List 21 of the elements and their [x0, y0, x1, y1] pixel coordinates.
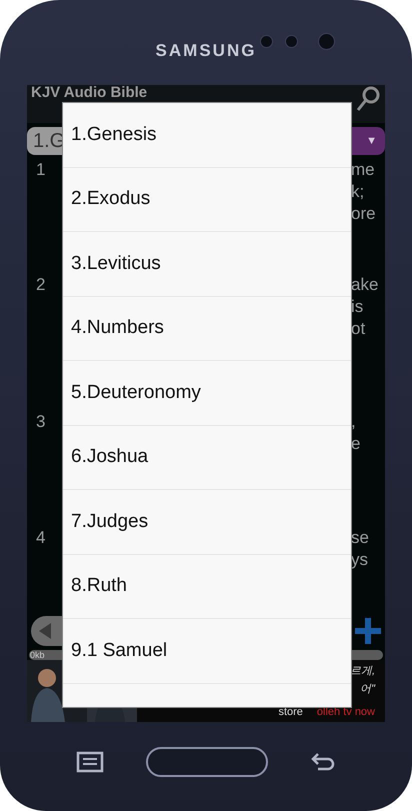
brand-label: SAMSUNG — [156, 40, 256, 62]
verse-text: is — [351, 296, 364, 318]
verse-text: me — [351, 159, 376, 181]
verse-text: k; — [351, 181, 366, 203]
verse-text: e — [351, 433, 362, 455]
verse-text: se — [351, 527, 370, 549]
verse-text: ys — [351, 549, 369, 571]
brand-label: olleh tv now — [316, 704, 375, 720]
verse-number: 1 — [36, 159, 46, 181]
app-title: KJV Audio Bible — [31, 86, 148, 100]
verse-text: , — [351, 411, 357, 433]
caret-icon: ▼ — [366, 132, 377, 150]
ad-text: 르게, — [350, 664, 375, 679]
verse-number: 4 — [36, 527, 46, 549]
store-label: store — [278, 704, 303, 720]
verse-text: ore — [351, 203, 377, 225]
verse-text: ot — [351, 318, 366, 340]
verse-number: 2 — [36, 274, 46, 296]
ad-text: 어" — [360, 682, 375, 697]
verse-number: 3 — [36, 411, 46, 433]
verse-text: ake — [351, 274, 380, 296]
